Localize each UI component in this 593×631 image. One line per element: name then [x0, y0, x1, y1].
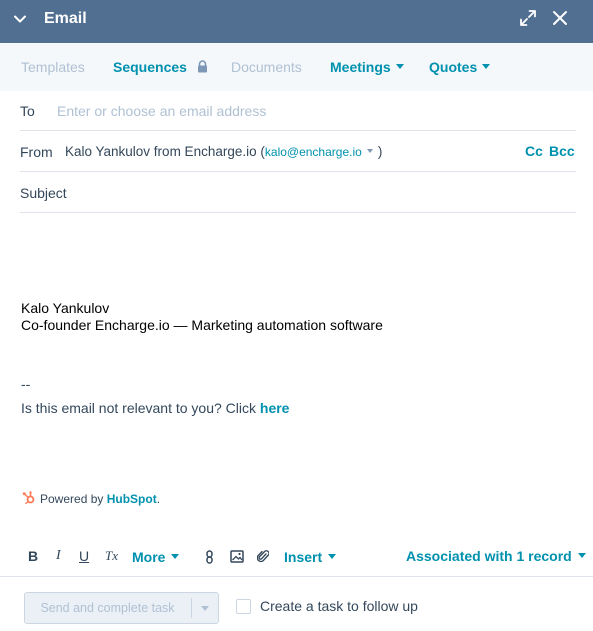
- formatting-toolbar: B I U Tx More Insert Associated with 1 r…: [0, 544, 593, 572]
- unsubscribe-line: Is this email not relevant to you? Click…: [21, 400, 289, 416]
- powered-by: Powered by HubSpot.: [22, 491, 161, 507]
- tab-templates[interactable]: Templates: [21, 59, 85, 75]
- tab-quotes[interactable]: Quotes: [429, 59, 491, 75]
- more-label: More: [132, 549, 166, 565]
- link-icon[interactable]: [204, 550, 216, 564]
- caret-down-icon[interactable]: [201, 606, 209, 611]
- lock-icon: [197, 60, 207, 73]
- associations-label: Associated with 1 record: [406, 548, 572, 564]
- tab-templates-label: Templates: [21, 59, 85, 75]
- sender-name: Kalo Yankulov from Encharge.io: [65, 144, 257, 159]
- caret-down-icon: [366, 149, 373, 154]
- associations-dropdown[interactable]: Associated with 1 record: [406, 548, 586, 564]
- close-paren: ): [377, 144, 383, 159]
- tab-meetings-label: Meetings: [330, 59, 391, 75]
- signature-title: Co-founder Encharge.io — Marketing autom…: [21, 317, 383, 333]
- signature-name: Kalo Yankulov: [21, 300, 110, 316]
- cc-button[interactable]: Cc: [525, 143, 543, 159]
- from-label: From: [20, 144, 53, 160]
- caret-down-icon: [577, 552, 586, 558]
- underline-button[interactable]: U: [79, 548, 89, 564]
- insert-label: Insert: [284, 549, 323, 565]
- to-label: To: [20, 103, 35, 119]
- caret-down-icon: [482, 63, 491, 69]
- followup-label[interactable]: Create a task to follow up: [260, 598, 418, 614]
- tab-documents[interactable]: Documents: [231, 59, 302, 75]
- chevron-down-icon[interactable]: [12, 11, 28, 27]
- followup-checkbox[interactable]: [236, 599, 251, 614]
- clear-format-button[interactable]: Tx: [105, 548, 118, 564]
- from-selector[interactable]: Kalo Yankulov from Encharge.io (kalo@enc…: [65, 144, 382, 159]
- powered-by-prefix: Powered by: [40, 492, 107, 506]
- send-button-label: Send and complete task: [40, 601, 175, 615]
- hubspot-sprocket-icon: [22, 491, 35, 505]
- powered-by-suffix: .: [156, 492, 161, 506]
- from-row: From Kalo Yankulov from Encharge.io (kal…: [20, 132, 576, 172]
- send-button[interactable]: Send and complete task: [24, 592, 219, 624]
- tab-sequences-label: Sequences: [113, 59, 187, 75]
- panel-title: Email: [44, 10, 87, 27]
- italic-button[interactable]: I: [56, 548, 61, 564]
- caret-down-icon: [395, 63, 404, 69]
- compose-footer: Send and complete task Create a task to …: [0, 576, 593, 631]
- to-row: To: [20, 91, 576, 131]
- bold-button[interactable]: B: [28, 548, 38, 564]
- more-button[interactable]: More: [132, 549, 180, 565]
- tab-sequences[interactable]: Sequences: [113, 59, 208, 75]
- caret-down-icon: [171, 553, 180, 559]
- close-icon[interactable]: [551, 9, 569, 27]
- email-header: Email: [0, 0, 593, 43]
- bcc-button[interactable]: Bcc: [549, 143, 575, 159]
- image-icon[interactable]: [230, 550, 244, 563]
- send-button-divider: [191, 598, 192, 618]
- signature-separator: --: [21, 376, 31, 392]
- tab-meetings[interactable]: Meetings: [330, 59, 404, 75]
- attachment-icon[interactable]: [257, 549, 269, 564]
- to-input[interactable]: [57, 101, 537, 121]
- tab-documents-label: Documents: [231, 59, 302, 75]
- insert-button[interactable]: Insert: [284, 549, 337, 565]
- tab-quotes-label: Quotes: [429, 59, 478, 75]
- subject-row[interactable]: Subject: [20, 173, 576, 213]
- unsubscribe-text: Is this email not relevant to you? Click: [21, 400, 260, 416]
- expand-icon[interactable]: [519, 9, 537, 27]
- subject-label: Subject: [20, 185, 67, 201]
- unsubscribe-link[interactable]: here: [260, 400, 290, 416]
- caret-down-icon: [328, 553, 337, 559]
- compose-tabs: Templates Sequences Documents Meetings Q…: [0, 43, 593, 91]
- sender-email: kalo@encharge.io: [264, 145, 362, 159]
- hubspot-link[interactable]: HubSpot: [107, 492, 157, 506]
